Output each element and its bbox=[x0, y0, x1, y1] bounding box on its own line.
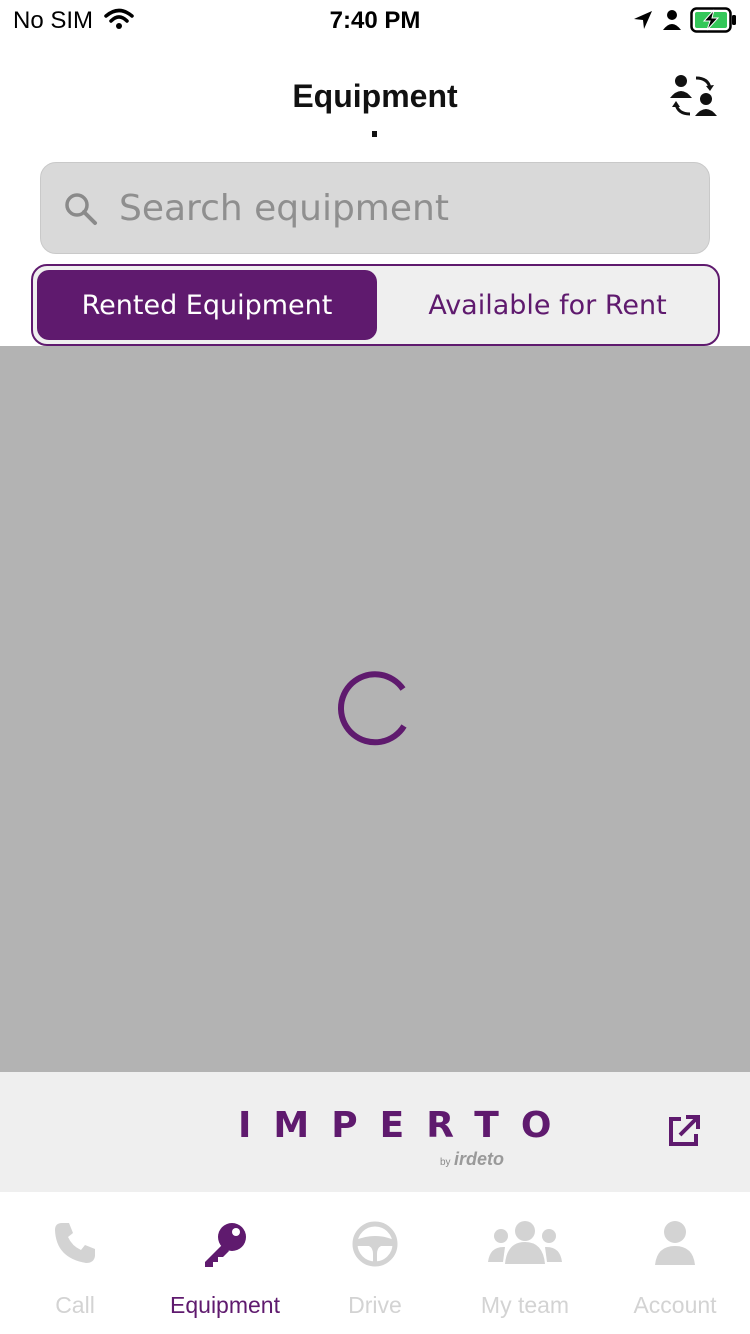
tab-account[interactable]: Account bbox=[600, 1192, 750, 1334]
phone-icon bbox=[0, 1220, 150, 1266]
team-icon bbox=[450, 1220, 600, 1266]
status-bar: No SIM 7:40 PM bbox=[0, 0, 750, 40]
tab-label: My team bbox=[480, 1292, 570, 1318]
title-indicator-dot bbox=[372, 131, 377, 137]
tab-available-for-rent[interactable]: Available for Rent bbox=[377, 270, 718, 340]
steering-wheel-icon bbox=[300, 1220, 450, 1268]
search-input[interactable] bbox=[119, 163, 699, 253]
key-icon bbox=[150, 1220, 300, 1268]
loading-spinner-icon bbox=[334, 670, 414, 755]
tab-label: Equipment bbox=[170, 1292, 280, 1318]
switch-user-icon[interactable] bbox=[668, 72, 720, 125]
tab-equipment[interactable]: Equipment bbox=[150, 1192, 300, 1334]
page-title: Equipment bbox=[292, 78, 458, 114]
tab-my-team[interactable]: My team bbox=[450, 1192, 600, 1334]
bottom-tab-bar: Call Equipment Drive My team Account bbox=[0, 1192, 750, 1334]
search-bar[interactable] bbox=[40, 162, 710, 254]
search-icon bbox=[63, 191, 99, 232]
logo-irdeto-text: irdeto bbox=[454, 1149, 505, 1169]
external-link-icon[interactable] bbox=[666, 1113, 702, 1154]
tab-call[interactable]: Call bbox=[0, 1192, 150, 1334]
battery-charging-icon bbox=[690, 7, 738, 38]
tab-label: Call bbox=[55, 1292, 95, 1318]
tab-rented-equipment[interactable]: Rented Equipment bbox=[37, 270, 377, 340]
tab-label: Drive bbox=[348, 1292, 402, 1318]
equipment-segmented-control: Rented Equipment Available for Rent bbox=[31, 264, 720, 346]
imperto-logo: IMPERTO by irdeto bbox=[238, 1105, 551, 1175]
location-arrow-icon bbox=[632, 9, 654, 36]
tab-drive[interactable]: Drive bbox=[300, 1192, 450, 1334]
logo-wordmark: IMPERTO bbox=[238, 1105, 574, 1146]
logo-by-text: by bbox=[440, 1157, 451, 1168]
person-status-icon bbox=[662, 9, 682, 36]
account-icon bbox=[600, 1220, 750, 1266]
tab-label: Account bbox=[633, 1292, 717, 1318]
